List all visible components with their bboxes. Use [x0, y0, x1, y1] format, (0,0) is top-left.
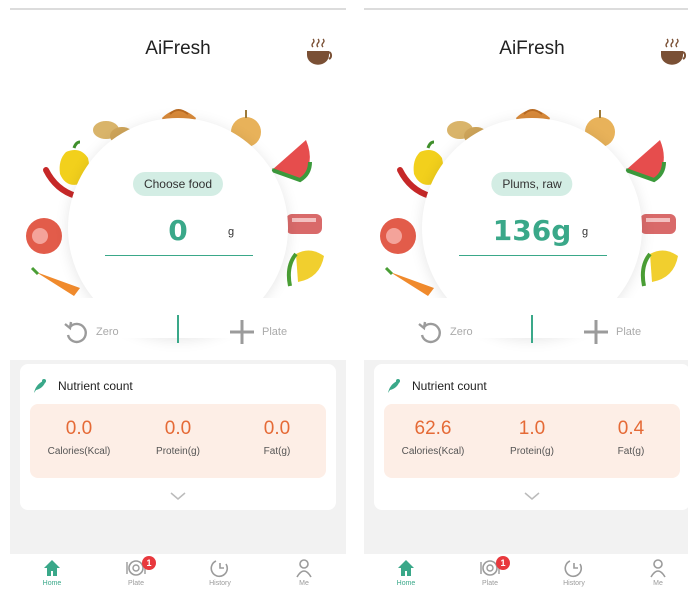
fat-stat: 0.0 Fat(g): [228, 418, 326, 457]
nutrient-title: Nutrient count: [58, 379, 133, 393]
nutrient-header: Nutrient count: [30, 376, 133, 396]
choose-food-button[interactable]: Choose food: [132, 172, 224, 196]
tab-plate-label: Plate: [128, 580, 144, 587]
plate-badge: 1: [496, 556, 510, 570]
protein-value: 1.0: [518, 418, 546, 439]
fat-value: 0.0: [263, 418, 291, 439]
tab-history-label: History: [209, 580, 231, 587]
user-icon: [650, 559, 666, 578]
reset-icon: [64, 321, 87, 344]
chevron-down-icon[interactable]: [522, 490, 542, 502]
tab-me-label: Me: [299, 580, 309, 587]
coffee-cup-icon[interactable]: [304, 36, 336, 68]
plate-label: Plate: [616, 326, 642, 338]
phone-screen-right: AiFresh Plums, raw 136g g Zero Plate Nut…: [364, 8, 688, 595]
tab-me-label: Me: [653, 580, 663, 587]
plate-button[interactable]: Plate: [228, 318, 287, 346]
zero-button[interactable]: Zero: [416, 318, 473, 346]
tab-history[interactable]: History: [178, 558, 262, 587]
home-icon: [398, 560, 414, 576]
fat-stat: 0.4 Fat(g): [582, 418, 680, 457]
nutrient-title: Nutrient count: [412, 379, 487, 393]
corn-icon: [286, 250, 324, 287]
bottom-tab-bar: Home 1 Plate History Me: [364, 554, 688, 595]
plate-label: Plate: [262, 326, 288, 338]
nutrient-values: 62.6 Calories(Kcal) 1.0 Protein(g) 0.4 F…: [384, 404, 680, 478]
nutrient-values: 0.0 Calories(Kcal) 0.0 Protein(g) 0.0 Fa…: [30, 404, 326, 478]
protein-stat: 1.0 Protein(g): [483, 418, 581, 457]
tab-history-label: History: [563, 580, 585, 587]
weight-unit: g: [582, 226, 589, 238]
chevron-down-icon[interactable]: [168, 490, 188, 502]
control-divider: [531, 315, 533, 343]
weight-readout: 0: [168, 214, 188, 247]
reset-icon: [418, 321, 441, 344]
coffee-cup-icon[interactable]: [658, 36, 688, 68]
calories-value: 0.0: [65, 418, 93, 439]
calories-label: Calories(Kcal): [47, 446, 111, 457]
watermelon-icon: [271, 140, 312, 183]
tab-home-label: Home: [396, 580, 416, 587]
plate-badge: 1: [142, 556, 156, 570]
app-title: AiFresh: [145, 38, 211, 59]
weight-unit: g: [228, 226, 235, 238]
status-divider: [364, 8, 688, 10]
protein-label: Protein(g): [510, 446, 554, 457]
selected-food-button[interactable]: Plums, raw: [491, 172, 573, 196]
carrot-icon: [384, 266, 434, 296]
protein-stat: 0.0 Protein(g): [129, 418, 227, 457]
nutrient-card: Nutrient count 62.6 Calories(Kcal) 1.0 P…: [374, 364, 688, 510]
home-icon: [44, 560, 60, 576]
calories-value: 62.6: [414, 418, 452, 439]
fat-label: Fat(g): [263, 446, 291, 457]
protein-label: Protein(g): [156, 446, 200, 457]
tab-home[interactable]: Home: [364, 558, 448, 587]
user-icon: [296, 559, 312, 578]
leaf-runner-icon: [34, 379, 46, 393]
zero-label: Zero: [96, 326, 119, 338]
nutrient-header: Nutrient count: [384, 376, 487, 396]
plus-icon: [230, 320, 254, 344]
app-title: AiFresh: [499, 38, 565, 59]
calories-stat: 62.6 Calories(Kcal): [384, 418, 482, 457]
phone-screen-left: AiFresh Choose food 0 g Zero Plate Nutri…: [10, 8, 346, 595]
tab-history[interactable]: History: [532, 558, 616, 587]
watermelon-icon: [625, 140, 666, 183]
calories-stat: 0.0 Calories(Kcal): [30, 418, 128, 457]
screenshot-stage: AiFresh Choose food 0 g Zero Plate Nutri…: [0, 0, 688, 595]
plate-button[interactable]: Plate: [582, 318, 641, 346]
tab-plate[interactable]: 1 Plate: [94, 556, 178, 587]
leaf-runner-icon: [388, 379, 400, 393]
zero-label: Zero: [450, 326, 473, 338]
control-divider: [177, 315, 179, 343]
bottom-tab-bar: Home 1 Plate History Me: [10, 554, 346, 595]
tab-me[interactable]: Me: [616, 558, 688, 587]
plus-icon: [584, 320, 608, 344]
fat-value: 0.4: [617, 418, 645, 439]
tab-home[interactable]: Home: [10, 558, 94, 587]
weight-underline: [105, 255, 253, 256]
zero-button[interactable]: Zero: [62, 318, 119, 346]
tab-home-label: Home: [42, 580, 62, 587]
tab-me[interactable]: Me: [262, 558, 346, 587]
protein-value: 0.0: [164, 418, 192, 439]
tab-plate-label: Plate: [482, 580, 498, 587]
nutrient-card: Nutrient count 0.0 Calories(Kcal) 0.0 Pr…: [20, 364, 336, 510]
weight-readout: 136g: [492, 214, 572, 247]
carrot-icon: [30, 266, 80, 296]
history-icon: [564, 560, 583, 578]
status-divider: [10, 8, 346, 10]
history-icon: [210, 560, 229, 578]
corn-icon: [640, 250, 678, 287]
fat-label: Fat(g): [617, 446, 645, 457]
calories-label: Calories(Kcal): [401, 446, 465, 457]
weight-underline: [459, 255, 607, 256]
tab-plate[interactable]: 1 Plate: [448, 556, 532, 587]
